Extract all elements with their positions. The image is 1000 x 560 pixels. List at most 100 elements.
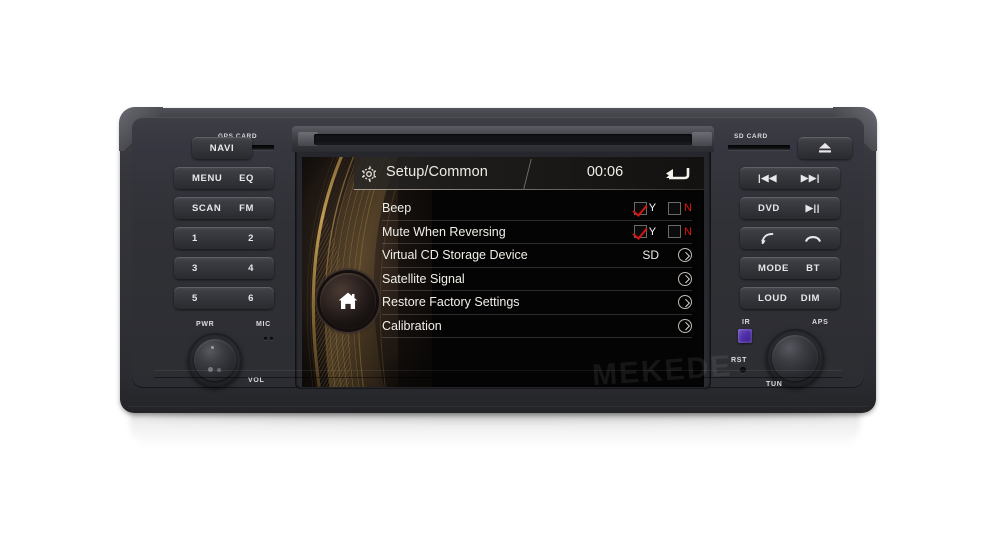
volume-power-knob[interactable] xyxy=(188,333,242,387)
lcd-screen[interactable]: Setup/Common 00:06 Beep Y N Mute When Re… xyxy=(302,157,704,387)
yes-label: Y xyxy=(648,202,657,215)
loud-button-label: LOUD xyxy=(758,292,788,304)
chevron-right-icon[interactable] xyxy=(678,295,692,310)
home-icon xyxy=(338,292,359,311)
header-underline xyxy=(354,189,704,190)
screen-header: Setup/Common 00:06 xyxy=(302,157,704,191)
preset-1-2-button[interactable]: 1 2 xyxy=(174,227,274,249)
preset-5-6-button[interactable]: 5 6 xyxy=(174,287,274,309)
mode-bt-button[interactable]: MODE BT xyxy=(740,257,840,279)
mic-label: MIC xyxy=(256,321,271,328)
track-prev-next-button[interactable]: |◀◀ ▶▶| xyxy=(740,167,840,189)
list-item[interactable]: Beep Y N xyxy=(382,197,692,221)
call-answer-icon xyxy=(760,232,775,248)
yes-label: Y xyxy=(648,225,657,238)
preset-5-label: 5 xyxy=(192,292,198,304)
rst-label: RST xyxy=(731,357,748,364)
eq-button-label: EQ xyxy=(239,172,254,184)
loud-dim-button[interactable]: LOUD DIM xyxy=(740,287,840,309)
checkbox-no[interactable] xyxy=(668,201,682,215)
eject-button[interactable] xyxy=(798,137,852,159)
setting-control: Y N xyxy=(633,197,692,220)
unit-reflection xyxy=(130,408,860,448)
sd-card-label: SD CARD xyxy=(734,133,768,140)
home-button[interactable] xyxy=(320,273,376,329)
preset-6-label: 6 xyxy=(248,292,254,304)
setting-control: SD xyxy=(642,244,692,267)
navi-button-label: NAVI xyxy=(209,142,235,154)
clock-display: 00:06 xyxy=(586,164,624,180)
disc-slot[interactable] xyxy=(314,134,692,145)
call-button[interactable] xyxy=(740,227,840,249)
fm-button-label: FM xyxy=(239,202,254,214)
setting-label: Restore Factory Settings xyxy=(382,295,520,310)
mode-button-label: MODE xyxy=(758,262,789,274)
pwr-label: PWR xyxy=(196,321,215,328)
setting-label: Mute When Reversing xyxy=(382,224,506,239)
right-control-panel: SD CARD |◀◀ ▶▶| DVD ▶|| MODE BT LOUD DIM… xyxy=(720,129,862,394)
menu-eq-button[interactable]: MENU EQ xyxy=(174,167,274,189)
mic-holes xyxy=(264,337,277,343)
preset-4-label: 4 xyxy=(248,262,254,274)
tun-label: TUN xyxy=(766,381,783,388)
scan-fm-button[interactable]: SCAN FM xyxy=(174,197,274,219)
knob-cap[interactable] xyxy=(772,335,818,381)
setting-control xyxy=(678,291,692,314)
setting-label: Satellite Signal xyxy=(382,271,465,286)
checkbox-yes[interactable] xyxy=(633,201,647,215)
aps-label: APS xyxy=(812,319,829,326)
bt-button-label: BT xyxy=(806,262,820,274)
preset-2-label: 2 xyxy=(248,232,254,244)
settings-list: Beep Y N Mute When Reversing Y N Virtual… xyxy=(382,197,692,338)
left-control-panel: GPS CARD NAVI MENU EQ SCAN FM 1 2 3 4 xyxy=(152,129,294,394)
chevron-right-icon[interactable] xyxy=(678,318,692,333)
no-label: N xyxy=(684,225,692,238)
back-arrow-icon[interactable] xyxy=(664,166,690,182)
ir-receiver xyxy=(738,329,752,343)
navi-button[interactable]: NAVI xyxy=(192,137,252,159)
setting-control xyxy=(678,315,692,338)
dvd-playpause-button[interactable]: DVD ▶|| xyxy=(740,197,840,219)
setting-label: Virtual CD Storage Device xyxy=(382,248,528,263)
preset-3-4-button[interactable]: 3 4 xyxy=(174,257,274,279)
gear-icon[interactable] xyxy=(360,165,378,183)
next-track-icon: ▶▶| xyxy=(800,172,820,184)
preset-3-label: 3 xyxy=(192,262,198,274)
menu-button-label: MENU xyxy=(192,172,223,184)
yes-no-toggle[interactable]: Y N xyxy=(633,201,692,215)
tune-aps-knob[interactable] xyxy=(766,329,824,387)
chassis-trim-line xyxy=(128,406,868,407)
page-title: Setup/Common xyxy=(386,164,488,180)
faceplate-trim-line-lower xyxy=(154,377,842,378)
car-head-unit: GPS CARD NAVI MENU EQ SCAN FM 1 2 3 4 xyxy=(119,107,877,413)
eject-icon xyxy=(818,142,833,154)
list-item[interactable]: Calibration xyxy=(382,315,692,338)
list-item[interactable]: Virtual CD Storage Device SD xyxy=(382,244,692,268)
dvd-button-label: DVD xyxy=(758,202,780,214)
knob-indicator-dot xyxy=(211,346,214,349)
list-item[interactable]: Restore Factory Settings xyxy=(382,291,692,315)
sd-card-slot[interactable] xyxy=(728,145,790,150)
yes-no-toggle[interactable]: Y N xyxy=(633,225,692,239)
checkbox-yes[interactable] xyxy=(633,225,647,239)
chevron-right-icon[interactable] xyxy=(678,271,692,286)
faceplate: GPS CARD NAVI MENU EQ SCAN FM 1 2 3 4 xyxy=(132,117,864,389)
checkbox-no[interactable] xyxy=(668,225,682,239)
scan-button-label: SCAN xyxy=(192,202,222,214)
previous-track-icon: |◀◀ xyxy=(758,172,778,184)
setting-label: Calibration xyxy=(382,318,442,333)
dim-button-label: DIM xyxy=(800,292,820,304)
chevron-right-icon[interactable] xyxy=(678,248,692,263)
no-label: N xyxy=(684,202,692,215)
knob-cap[interactable] xyxy=(194,339,236,381)
list-item[interactable]: Satellite Signal xyxy=(382,268,692,291)
setting-label: Beep xyxy=(382,201,412,216)
ir-label: IR xyxy=(742,319,751,326)
setting-control xyxy=(678,268,692,291)
faceplate-trim-line-upper xyxy=(154,370,842,371)
setting-value: SD xyxy=(642,248,659,263)
setting-control: Y N xyxy=(633,221,692,244)
list-item[interactable]: Mute When Reversing Y N xyxy=(382,221,692,244)
play-pause-icon: ▶|| xyxy=(805,202,820,214)
vol-label: VOL xyxy=(248,377,265,384)
